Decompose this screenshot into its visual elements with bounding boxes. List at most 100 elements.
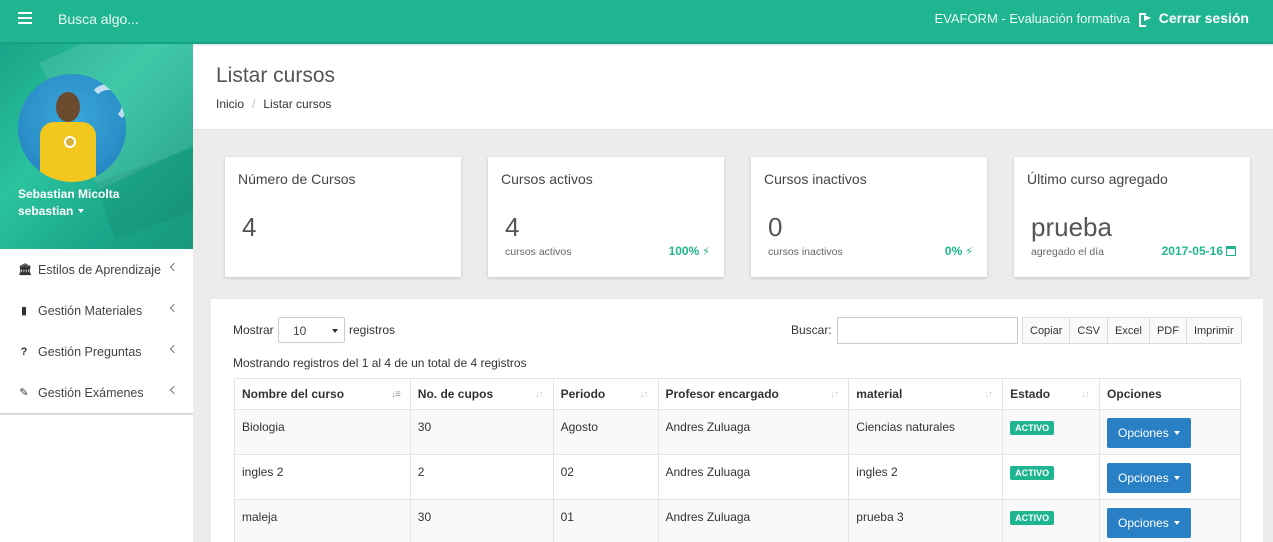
profile-panel: Sebastian Micolta sebastian: [0, 44, 193, 249]
profile-name: Sebastian Micolta: [18, 187, 120, 201]
cell-opciones: Opciones: [1099, 454, 1241, 500]
sort-icon: ↓↑: [830, 389, 839, 400]
chevron-left-icon: [169, 385, 179, 395]
sidebar-item-examenes[interactable]: ✎ Gestión Exámenes: [0, 372, 193, 413]
search-label: Buscar:: [791, 323, 832, 337]
table-row: Biologia 30 Agosto Andres Zuluaga Cienci…: [234, 409, 1241, 455]
cell-profesor: Andres Zuluaga: [657, 454, 850, 500]
courses-table: Nombre del curso ↓≡ No. de cupos ↓↑ Period…: [234, 378, 1241, 542]
options-dropdown-button[interactable]: Opciones: [1107, 508, 1191, 538]
records-label: registros: [349, 323, 396, 337]
card-numero-cursos: Número de Cursos 4: [225, 157, 461, 277]
question-icon: ?: [20, 345, 28, 358]
book-icon: ▮: [20, 305, 28, 317]
col-header-nombre[interactable]: Nombre del curso ↓≡: [234, 378, 411, 410]
col-header-estado[interactable]: Estado ↓↑: [1002, 378, 1101, 410]
sort-asc-icon: ↓≡: [390, 389, 401, 400]
caret-down-icon: [1173, 431, 1180, 435]
chevron-left-icon: [169, 344, 179, 354]
page-size-value: 10: [293, 324, 307, 338]
card-subtitle: cursos activos: [505, 246, 572, 258]
bank-icon: 🏛︎: [18, 264, 32, 276]
caret-down-icon: [1173, 476, 1180, 480]
options-dropdown-button[interactable]: Opciones: [1107, 418, 1191, 448]
chevron-left-icon: [169, 303, 179, 313]
cell-estado: ACTIVO: [1002, 454, 1101, 500]
global-search-input[interactable]: Busca algo...: [58, 11, 139, 27]
card-subtitle: cursos inactivos: [768, 246, 843, 258]
card-title: Cursos inactivos: [764, 171, 867, 187]
sidebar-item-label: Estilos de Aprendizaje: [38, 262, 161, 277]
csv-button[interactable]: CSV: [1069, 317, 1108, 344]
col-header-cupos[interactable]: No. de cupos ↓↑: [409, 378, 554, 410]
cell-cupos: 2: [409, 454, 554, 500]
sidebar-item-label: Gestión Materiales: [38, 303, 143, 318]
sidebar-menu: 🏛︎ Estilos de Aprendizaje ▮ Gestión Mate…: [0, 249, 193, 413]
sidebar-item-label: Gestión Exámenes: [38, 385, 144, 400]
status-badge: ACTIVO: [1010, 466, 1055, 480]
bolt-icon: ⚡︎: [702, 245, 710, 258]
cell-cupos: 30: [409, 409, 554, 455]
cell-estado: ACTIVO: [1002, 409, 1101, 455]
card-date: 2017-05-16: [1162, 244, 1236, 258]
col-header-profesor[interactable]: Profesor encargado ↓↑: [657, 378, 850, 410]
options-dropdown-button[interactable]: Opciones: [1107, 463, 1191, 493]
logout-label: Cerrar sesión: [1158, 10, 1249, 26]
sidebar-item-estilos[interactable]: 🏛︎ Estilos de Aprendizaje: [0, 249, 193, 290]
calendar-icon: [1226, 246, 1236, 256]
page-size-select[interactable]: 10: [278, 317, 345, 343]
col-header-periodo[interactable]: Periodo ↓↑: [552, 378, 659, 410]
cell-material: ingles 2: [848, 454, 1004, 500]
sidebar-item-materiales[interactable]: ▮ Gestión Materiales: [0, 290, 193, 331]
logout-button[interactable]: Cerrar sesión: [1138, 10, 1249, 27]
caret-down-icon: [1173, 521, 1180, 525]
breadcrumb: Inicio / Listar cursos: [216, 97, 332, 111]
col-header-material[interactable]: material ↓↑: [848, 378, 1004, 410]
card-value: 4: [242, 212, 257, 242]
card-subtitle: agregado el día: [1031, 246, 1104, 258]
caret-down-icon: [78, 209, 85, 213]
hamburger-menu-icon[interactable]: [18, 12, 32, 24]
card-title: Último curso agregado: [1027, 171, 1168, 187]
card-title: Cursos activos: [501, 171, 593, 187]
copy-button[interactable]: Copiar: [1022, 317, 1070, 344]
cell-profesor: Andres Zuluaga: [657, 409, 850, 455]
card-percentage: 0% ⚡︎: [944, 244, 973, 258]
sidebar-fill: [0, 415, 193, 542]
sign-out-icon: [1138, 13, 1151, 27]
page-header: Listar cursos Inicio / Listar cursos: [193, 46, 1273, 130]
card-cursos-activos: Cursos activos 4 cursos activos 100% ⚡︎: [488, 157, 724, 277]
cell-nombre: Biologia: [234, 409, 411, 455]
avatar[interactable]: [18, 74, 126, 182]
sidebar-item-label: Gestión Preguntas: [38, 344, 142, 359]
col-header-opciones: Opciones: [1099, 378, 1241, 410]
cell-nombre: ingles 2: [234, 454, 411, 500]
excel-button[interactable]: Excel: [1107, 317, 1149, 344]
profile-user-dropdown[interactable]: sebastian: [18, 204, 85, 218]
caret-down-icon: [332, 329, 338, 333]
cell-periodo: 01: [552, 499, 659, 542]
table-info: Mostrando registros del 1 al 4 de un tot…: [233, 356, 527, 370]
show-label: Mostrar: [233, 323, 274, 337]
sort-icon: ↓↑: [639, 389, 649, 400]
top-navbar: Busca algo... EVAFORM - Evaluación forma…: [0, 0, 1273, 44]
sort-icon: ↓↑: [984, 389, 993, 400]
card-ultimo-curso: Último curso agregado prueba agregado el…: [1014, 157, 1250, 277]
cell-estado: ACTIVO: [1002, 499, 1101, 542]
status-badge: ACTIVO: [1010, 421, 1055, 435]
bolt-icon: ⚡︎: [965, 245, 973, 258]
breadcrumb-home-link[interactable]: Inicio: [216, 97, 244, 111]
cell-opciones: Opciones: [1099, 409, 1241, 455]
sidebar-item-preguntas[interactable]: ? Gestión Preguntas: [0, 331, 193, 372]
print-button[interactable]: Imprimir: [1185, 317, 1242, 344]
table-row: ingles 2 2 02 Andres Zuluaga ingles 2 AC…: [234, 454, 1241, 500]
card-percentage: 100% ⚡︎: [668, 244, 710, 258]
cell-periodo: 02: [552, 454, 659, 500]
cell-opciones: Opciones: [1099, 499, 1241, 542]
cell-periodo: Agosto: [552, 409, 659, 455]
cell-material: prueba 3: [848, 499, 1004, 542]
pdf-button[interactable]: PDF: [1148, 317, 1186, 344]
cell-nombre: maleja: [234, 499, 411, 542]
app-name: EVAFORM - Evaluación formativa: [934, 11, 1130, 26]
table-search-input[interactable]: [837, 317, 1018, 344]
